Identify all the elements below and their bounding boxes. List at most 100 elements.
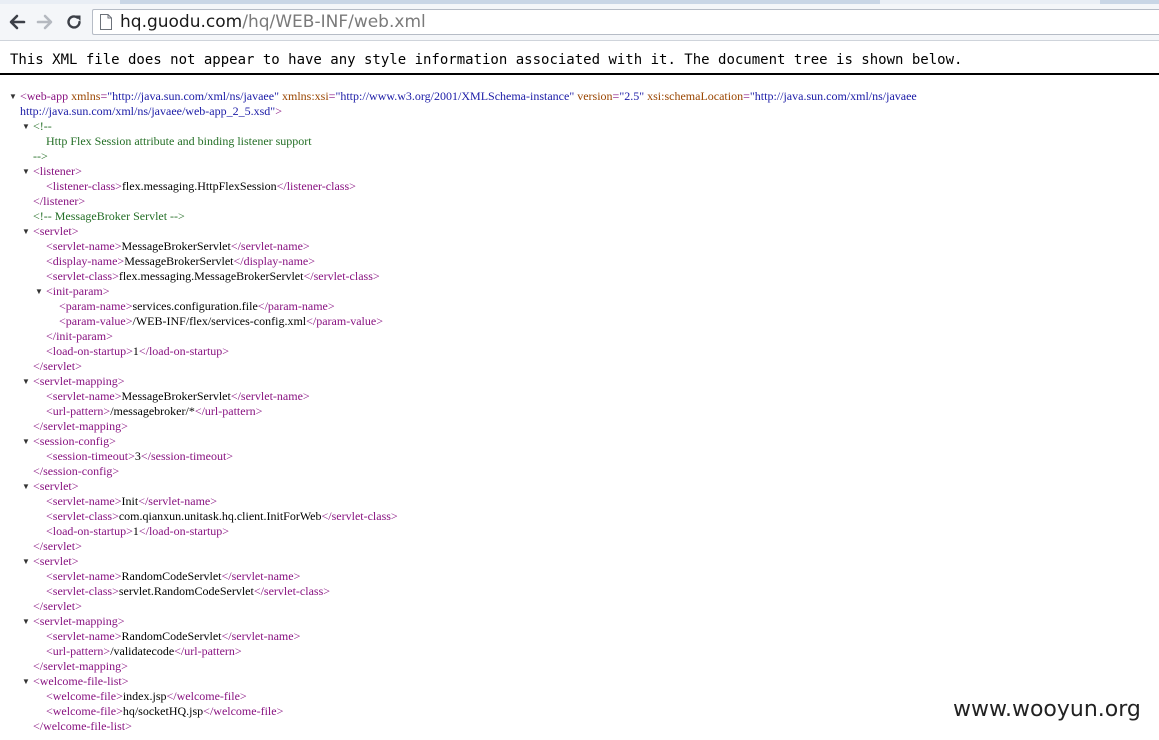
xml-tag-token: </display-name> bbox=[233, 254, 316, 268]
xml-line-content: <servlet-class>flex.messaging.MessageBro… bbox=[46, 269, 380, 284]
xml-line: <servlet-class>servlet.RandomCodeServlet… bbox=[0, 584, 1159, 599]
collapse-toggle-icon[interactable]: ▼ bbox=[21, 674, 31, 689]
xml-val-token: "http://www.w3.org/2001/XMLSchema-instan… bbox=[335, 89, 575, 103]
xml-line-content: <web-app xmlns="http://java.sun.com/xml/… bbox=[20, 89, 917, 104]
collapse-toggle-icon[interactable]: ▼ bbox=[21, 434, 31, 449]
xml-tag-token: </servlet-name> bbox=[230, 239, 310, 253]
xml-line-content: <welcome-file>hq/socketHQ.jsp</welcome-f… bbox=[46, 704, 283, 719]
header-divider bbox=[0, 73, 1159, 75]
xml-tag-token: </servlet-name> bbox=[230, 389, 310, 403]
xml-attr-token: xmlns:xsi bbox=[281, 89, 329, 103]
xml-line-content: <servlet-name>Init</servlet-name> bbox=[46, 494, 217, 509]
arrow-right-icon bbox=[36, 14, 53, 30]
xml-line: ▼ <web-app xmlns="http://java.sun.com/xml… bbox=[0, 89, 1159, 104]
xml-txt-token: flex.messaging.HttpFlexSession bbox=[121, 179, 277, 193]
xml-line-content: <load-on-startup>1</load-on-startup> bbox=[46, 524, 229, 539]
xml-line: ▼ <servlet-mapping> bbox=[0, 374, 1159, 389]
xml-line-content: Http Flex Session attribute and binding … bbox=[46, 134, 312, 149]
xml-tag-token: <url-pattern> bbox=[46, 644, 111, 658]
xml-tag-token: = bbox=[743, 89, 750, 103]
xml-tag-token: <servlet-name> bbox=[46, 569, 122, 583]
url-text: hq.guodu.com/hq/WEB-INF/web.xml bbox=[120, 12, 426, 32]
xml-line-content: </listener> bbox=[33, 194, 85, 209]
collapse-toggle-icon[interactable]: ▼ bbox=[21, 164, 31, 179]
xml-tag-token: </servlet-class> bbox=[321, 509, 398, 523]
xml-txt-token: hq/socketHQ.jsp bbox=[122, 704, 204, 718]
xml-line: <load-on-startup>1</load-on-startup> bbox=[0, 344, 1159, 359]
xml-tag-token: <url-pattern> bbox=[46, 404, 111, 418]
xml-line-content: <url-pattern>/validatecode</url-pattern> bbox=[46, 644, 242, 659]
xml-line-content: <listener-class>flex.messaging.HttpFlexS… bbox=[46, 179, 356, 194]
xml-txt-token: /messagebroker/* bbox=[110, 404, 195, 418]
xml-line-content: <servlet-mapping> bbox=[33, 614, 125, 629]
xml-txt-token: RandomCodeServlet bbox=[121, 569, 222, 583]
xml-tag-token: </welcome-file> bbox=[203, 704, 284, 718]
xml-line: <session-timeout>3</session-timeout> bbox=[0, 449, 1159, 464]
xml-line-content: <!-- MessageBroker Servlet --> bbox=[33, 209, 185, 224]
xml-line-content: <url-pattern>/messagebroker/*</url-patte… bbox=[46, 404, 262, 419]
xml-tag-token: </servlet> bbox=[33, 539, 82, 553]
back-button[interactable] bbox=[4, 9, 30, 35]
xml-line-content: <servlet> bbox=[33, 554, 79, 569]
xml-line: <param-name>services.configuration.file<… bbox=[0, 299, 1159, 314]
xml-txt-token: index.jsp bbox=[122, 689, 167, 703]
xml-tag-token: </servlet-class> bbox=[303, 269, 380, 283]
xml-line-content: </init-param> bbox=[46, 329, 113, 344]
xml-line: <servlet-name>Init</servlet-name> bbox=[0, 494, 1159, 509]
collapse-toggle-icon[interactable]: ▼ bbox=[21, 554, 31, 569]
xml-line-content: http://java.sun.com/xml/ns/javaee/web-ap… bbox=[20, 104, 282, 119]
collapse-toggle-icon[interactable]: ▼ bbox=[8, 89, 18, 104]
xml-tag-token: </url-pattern> bbox=[174, 644, 242, 658]
xml-tag-token: </session-config> bbox=[33, 464, 120, 478]
xml-line-content: --> bbox=[33, 149, 48, 164]
xml-val-token: "http://java.sun.com/xml/ns/javaee" bbox=[107, 89, 279, 103]
xml-line: Http Flex Session attribute and binding … bbox=[0, 134, 1159, 149]
xml-tag-token: </listener-class> bbox=[276, 179, 356, 193]
xml-line: </session-config> bbox=[0, 464, 1159, 479]
xml-txt-token: flex.messaging.MessageBrokerServlet bbox=[118, 269, 304, 283]
forward-button[interactable] bbox=[32, 9, 58, 35]
xml-tag-token: <listener-class> bbox=[46, 179, 122, 193]
xml-tag-token: <session-timeout> bbox=[46, 449, 135, 463]
xml-tag-token: </param-name> bbox=[257, 299, 335, 313]
xml-txt-token: MessageBrokerServlet bbox=[121, 239, 231, 253]
collapse-toggle-icon[interactable]: ▼ bbox=[21, 119, 31, 134]
xml-line: <load-on-startup>1</load-on-startup> bbox=[0, 524, 1159, 539]
xml-tag-token: </init-param> bbox=[46, 329, 113, 343]
xml-tag-token: <load-on-startup> bbox=[46, 344, 133, 358]
xml-tag-token: </servlet-name> bbox=[138, 494, 218, 508]
collapse-toggle-icon[interactable]: ▼ bbox=[21, 224, 31, 239]
xml-tag-token: </servlet> bbox=[33, 599, 82, 613]
xml-txt-token: /WEB-INF/flex/services-config.xml bbox=[132, 314, 307, 328]
xml-txt-token: /validatecode bbox=[110, 644, 175, 658]
xml-line: </init-param> bbox=[0, 329, 1159, 344]
xml-txt-token: RandomCodeServlet bbox=[121, 629, 222, 643]
collapse-toggle-icon[interactable]: ▼ bbox=[21, 614, 31, 629]
collapse-toggle-icon[interactable]: ▼ bbox=[34, 284, 44, 299]
xml-line-content: <session-timeout>3</session-timeout> bbox=[46, 449, 233, 464]
collapse-toggle-icon[interactable]: ▼ bbox=[21, 479, 31, 494]
xml-tag-token: <servlet-class> bbox=[46, 509, 119, 523]
xml-line-content: </servlet> bbox=[33, 539, 82, 554]
reload-button[interactable] bbox=[61, 9, 87, 35]
xml-line: http://java.sun.com/xml/ns/javaee/web-ap… bbox=[0, 104, 1159, 119]
xml-line-content: <param-name>services.configuration.file<… bbox=[59, 299, 335, 314]
address-bar[interactable]: hq.guodu.com/hq/WEB-INF/web.xml bbox=[92, 9, 1159, 35]
xml-tag-token: </servlet-mapping> bbox=[33, 419, 128, 433]
xml-tag-token: </load-on-startup> bbox=[138, 344, 230, 358]
xml-cmt-token: Http Flex Session attribute and binding … bbox=[46, 134, 312, 148]
xml-line: --> bbox=[0, 149, 1159, 164]
xml-tag-token: <servlet-mapping> bbox=[33, 614, 125, 628]
xml-tag-token: </load-on-startup> bbox=[138, 524, 230, 538]
xml-tag-token: <servlet> bbox=[33, 554, 79, 568]
xml-tag-token: </listener> bbox=[33, 194, 86, 208]
xml-txt-token: MessageBrokerServlet bbox=[121, 389, 231, 403]
browser-toolbar: hq.guodu.com/hq/WEB-INF/web.xml bbox=[0, 4, 1159, 41]
xml-line: </listener> bbox=[0, 194, 1159, 209]
xml-line-content: <servlet-name>MessageBrokerServlet</serv… bbox=[46, 389, 310, 404]
xml-tag-token: <servlet-mapping> bbox=[33, 374, 125, 388]
xml-tag-token: <servlet-name> bbox=[46, 494, 122, 508]
reload-icon bbox=[67, 15, 81, 29]
xml-line: ▼ <servlet> bbox=[0, 479, 1159, 494]
collapse-toggle-icon[interactable]: ▼ bbox=[21, 374, 31, 389]
